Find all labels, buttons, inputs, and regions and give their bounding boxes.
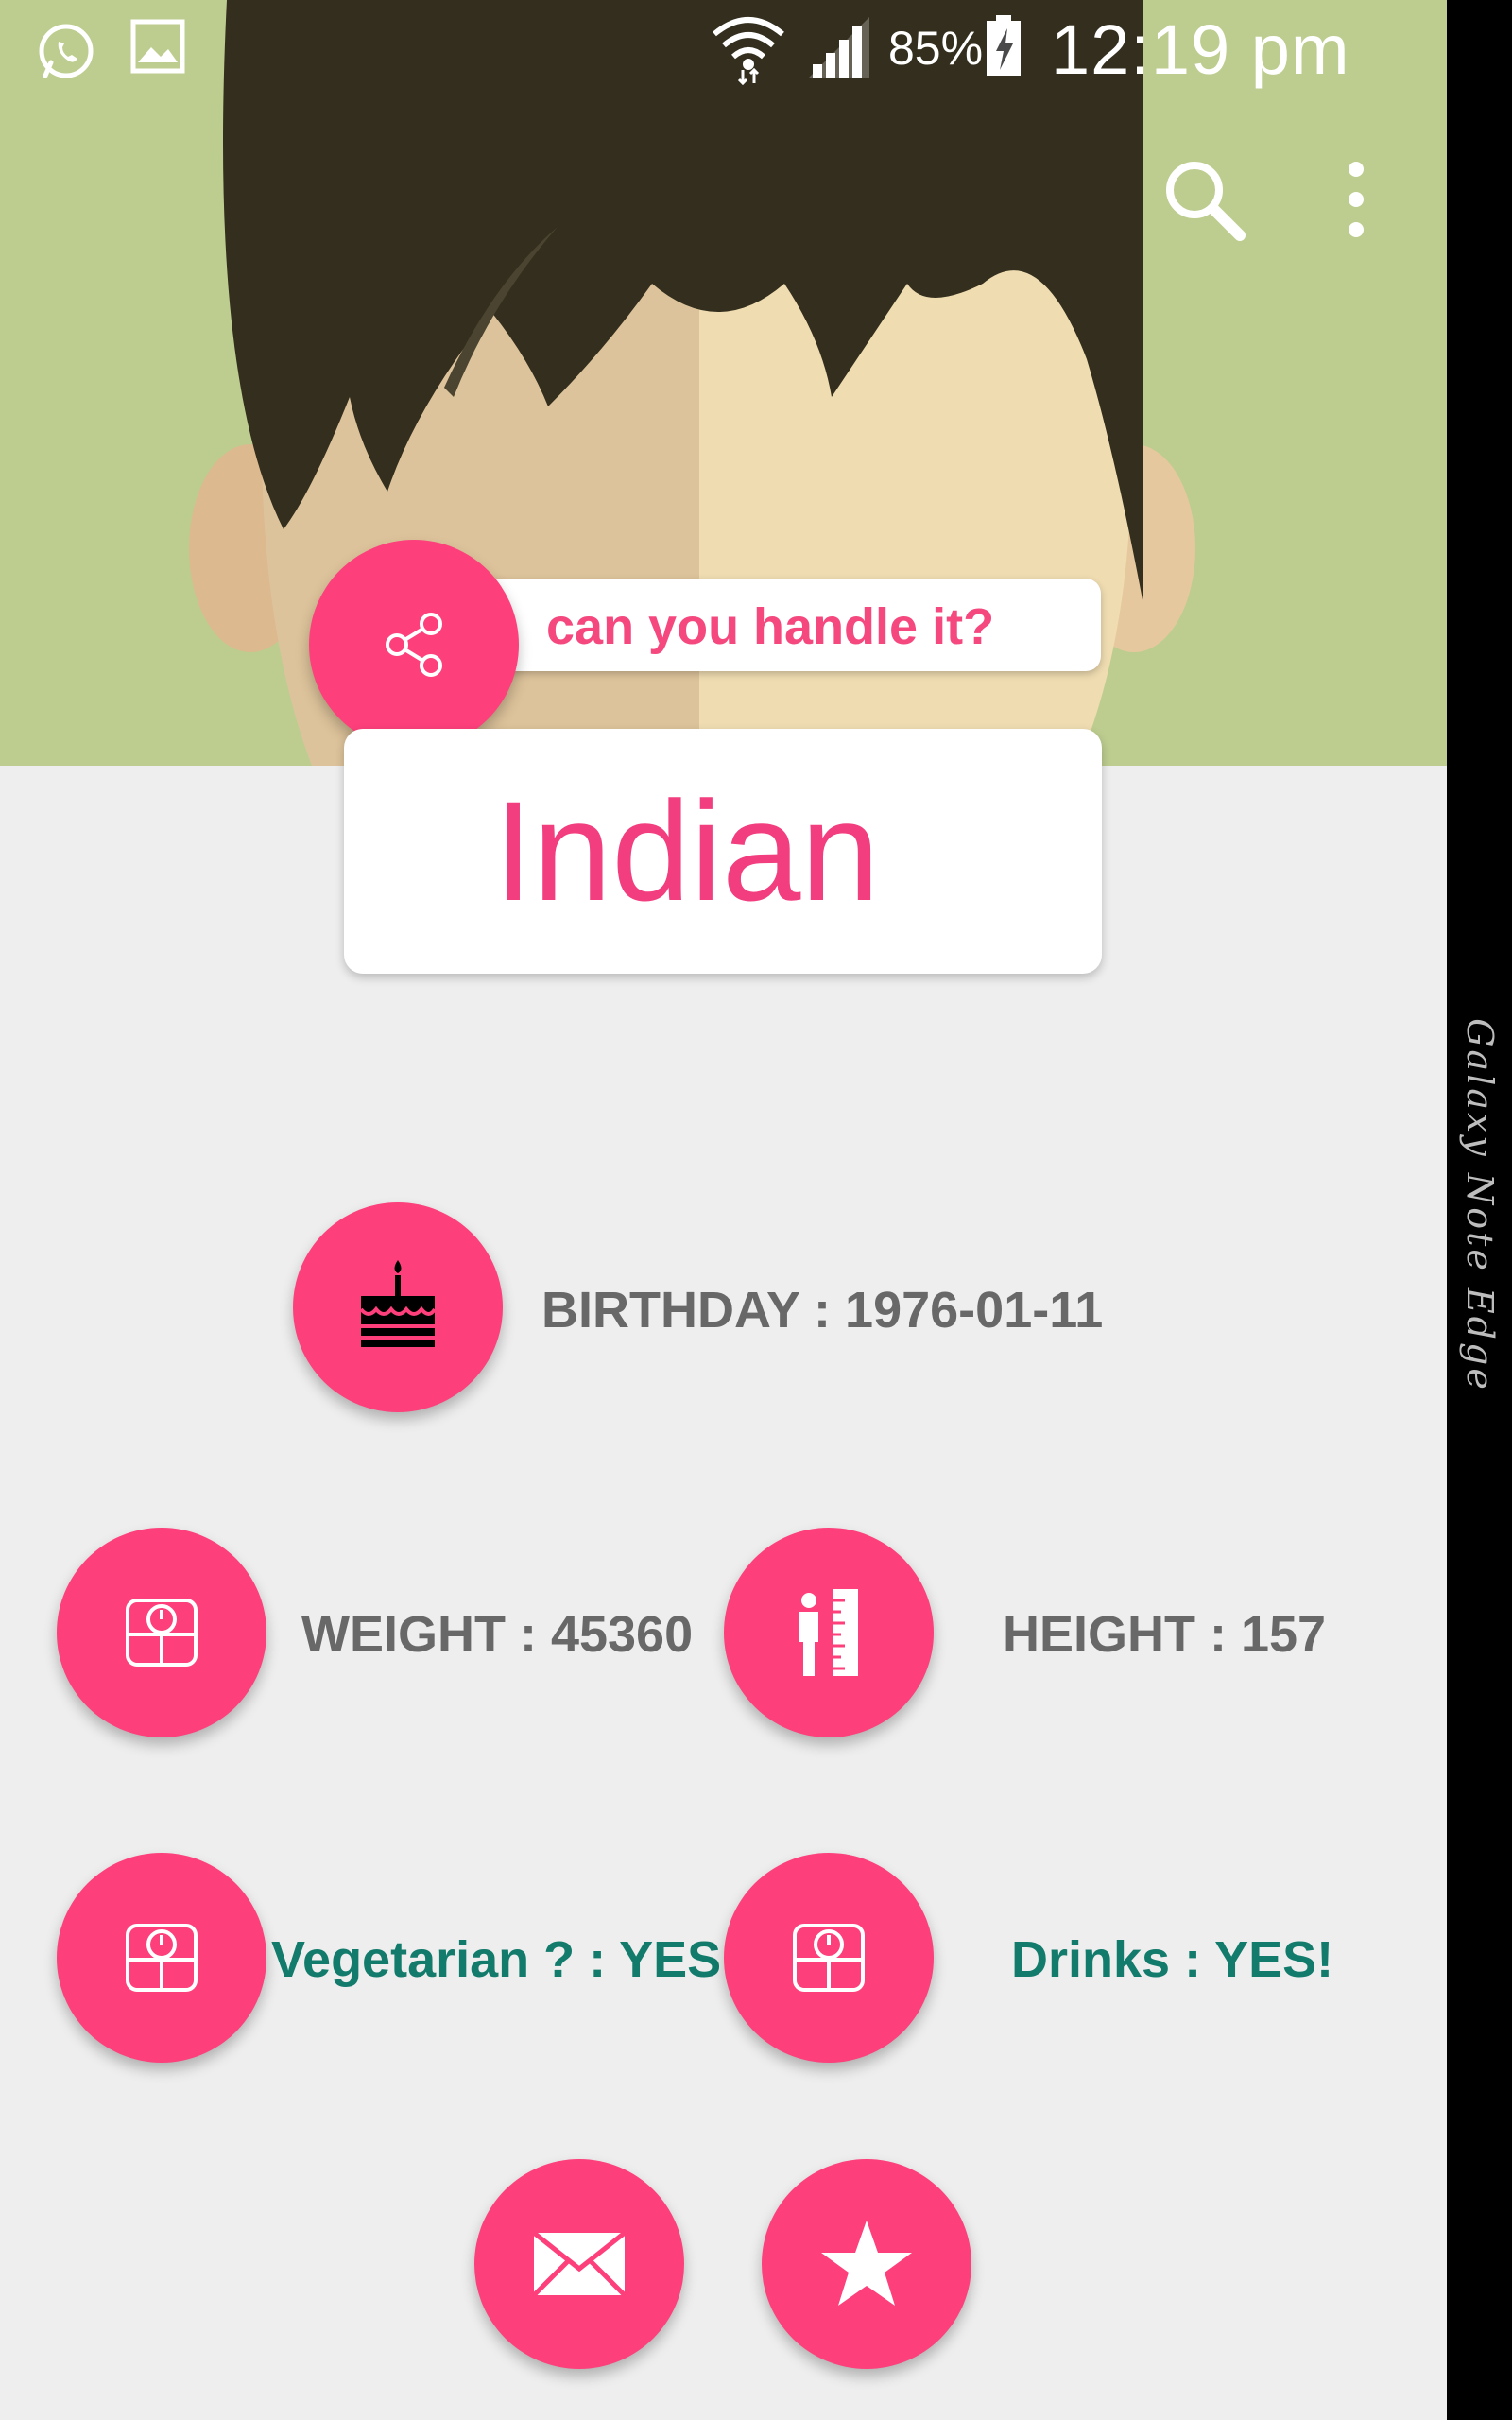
email-button[interactable] xyxy=(474,2159,684,2369)
height-label: HEIGHT : 157 xyxy=(1003,1606,1327,1663)
more-options-button[interactable] xyxy=(1328,156,1384,241)
email-icon xyxy=(532,2231,627,2297)
share-icon xyxy=(386,613,442,677)
gallery-icon xyxy=(130,19,185,74)
signal-icon xyxy=(805,17,873,78)
edge-screen-label: Galaxy Note Edge xyxy=(1447,993,1512,1418)
favorite-button[interactable] xyxy=(762,2159,971,2369)
height-button[interactable] xyxy=(724,1528,934,1737)
more-vert-icon xyxy=(1349,162,1364,237)
search-icon xyxy=(1166,162,1246,241)
wifi-icon xyxy=(711,11,786,86)
whatsapp-icon xyxy=(36,21,96,81)
scale-icon xyxy=(793,1924,865,1992)
star-icon xyxy=(821,2221,912,2306)
tagline-text: can you handle it? xyxy=(546,598,995,655)
height-ruler-icon xyxy=(799,1589,858,1676)
weight-label: WEIGHT : 45360 xyxy=(301,1606,694,1663)
scale-icon xyxy=(126,1924,198,1992)
vegetarian-label: Vegetarian ? : YES! xyxy=(271,1931,739,1988)
profile-name: Indian xyxy=(493,771,880,930)
weight-button[interactable] xyxy=(57,1528,266,1737)
birthday-cake-icon xyxy=(359,1260,437,1347)
status-time: 12:19 pm xyxy=(1051,10,1350,89)
vegetarian-button[interactable] xyxy=(57,1853,266,2063)
scale-icon xyxy=(126,1599,198,1667)
birthday-label: BIRTHDAY : 1976-01-11 xyxy=(541,1282,1104,1339)
share-button[interactable] xyxy=(309,540,519,750)
search-button[interactable] xyxy=(1160,156,1246,241)
battery-charging-icon xyxy=(985,15,1022,78)
device-name-text: Galaxy Note Edge xyxy=(1458,1018,1501,1392)
birthday-button[interactable] xyxy=(293,1202,503,1412)
drinks-label: Drinks : YES! xyxy=(1011,1931,1334,1988)
battery-percentage: 85% xyxy=(888,22,984,75)
drinks-button[interactable] xyxy=(724,1853,934,2063)
